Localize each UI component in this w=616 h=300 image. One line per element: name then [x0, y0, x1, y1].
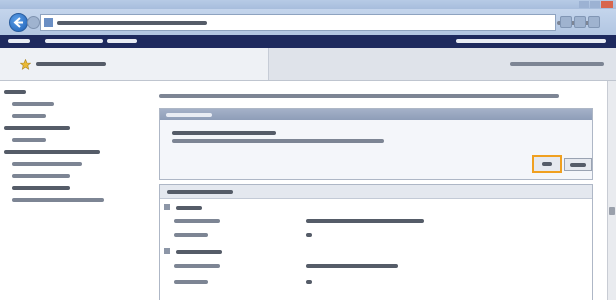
sidebar-item[interactable]: [0, 111, 150, 121]
refresh-button[interactable]: [560, 16, 572, 28]
tab-title: [36, 62, 106, 66]
settings-row: [160, 261, 592, 271]
home-button[interactable]: [588, 16, 600, 28]
sidebar-item[interactable]: [0, 99, 150, 109]
sidebar-menu: [0, 81, 150, 300]
settings-table-header: [160, 185, 592, 199]
maximize-button[interactable]: [590, 1, 600, 8]
tab-bar-right-link[interactable]: [510, 62, 604, 66]
main-area: [155, 81, 607, 300]
page-description: [159, 94, 559, 98]
links-bar-item[interactable]: [45, 39, 103, 43]
browser-toolbar-buttons: [560, 16, 612, 29]
links-bar-item[interactable]: [107, 39, 137, 43]
forward-button[interactable]: [27, 16, 40, 29]
panel-header: [160, 109, 592, 120]
sidebar-heading[interactable]: [0, 87, 150, 97]
ok-button[interactable]: [532, 155, 562, 173]
sidebar-item[interactable]: [0, 159, 150, 169]
settings-row: [160, 277, 592, 287]
scrollbar-thumb[interactable]: [609, 207, 615, 215]
address-bar[interactable]: [40, 14, 591, 31]
sidebar-item[interactable]: [0, 135, 150, 145]
tab-active[interactable]: [0, 48, 269, 80]
window-title-bar: [0, 0, 616, 9]
close-button[interactable]: [601, 1, 613, 8]
confirm-dialog-panel: [159, 108, 593, 180]
navigation-bar: [0, 9, 616, 35]
links-bar-item[interactable]: [456, 39, 606, 43]
settings-table: [159, 184, 593, 300]
vertical-scrollbar[interactable]: [607, 81, 616, 300]
back-arrow-icon: [13, 17, 23, 28]
page-content: [0, 81, 607, 300]
sidebar-heading[interactable]: [0, 147, 150, 157]
back-button[interactable]: [9, 13, 28, 32]
settings-row: [160, 216, 592, 226]
panel-message-text: [172, 139, 384, 143]
tab-bar: [0, 48, 616, 81]
favorites-star-icon[interactable]: [20, 59, 31, 70]
section-toggle-icon[interactable]: [164, 204, 170, 210]
window-controls[interactable]: [579, 1, 613, 8]
stop-button[interactable]: [574, 16, 586, 28]
panel-message-title: [172, 131, 276, 135]
address-url: [57, 21, 207, 25]
cancel-button[interactable]: [564, 158, 592, 171]
links-bar-item[interactable]: [8, 39, 30, 43]
minimize-button[interactable]: [579, 1, 589, 8]
section-toggle-icon[interactable]: [164, 248, 170, 254]
links-bar: [0, 35, 616, 48]
sidebar-item-selected[interactable]: [0, 183, 150, 193]
settings-row: [160, 230, 592, 240]
sidebar-heading[interactable]: [0, 123, 150, 133]
sidebar-item[interactable]: [0, 171, 150, 181]
site-favicon-icon: [44, 18, 53, 27]
sidebar-item[interactable]: [0, 195, 150, 205]
